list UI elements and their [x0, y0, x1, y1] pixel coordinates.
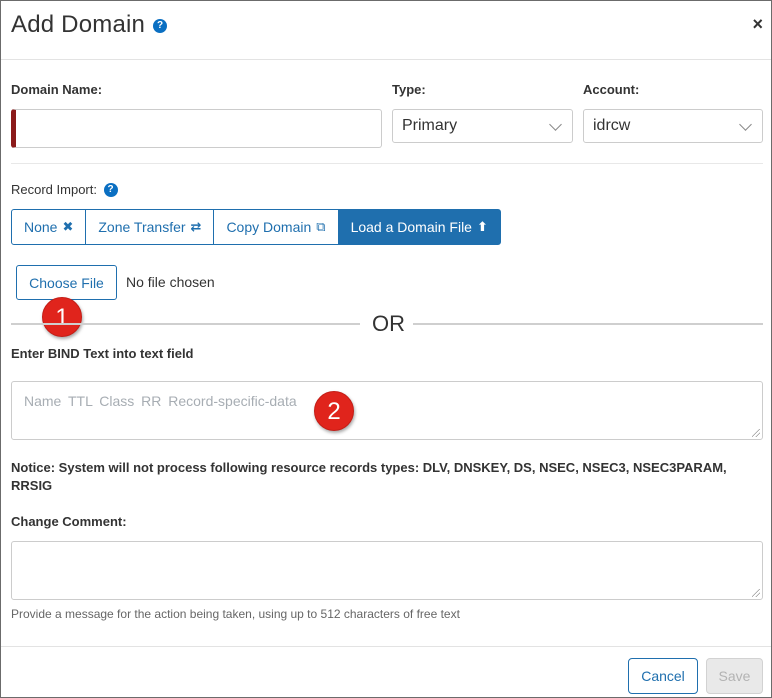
- or-divider-right: [413, 323, 763, 325]
- save-button[interactable]: Save: [706, 658, 763, 694]
- bind-text-textarea[interactable]: Name TTL Class RR Record-specific-data: [11, 381, 763, 440]
- bind-text-label: Enter BIND Text into text field: [11, 346, 194, 361]
- import-load-file-button[interactable]: Load a Domain File ⬆: [337, 209, 501, 245]
- import-none-button[interactable]: None ✖: [11, 209, 87, 245]
- annotation-badge-1: 1: [42, 297, 82, 337]
- file-status-text: No file chosen: [126, 274, 215, 290]
- account-select[interactable]: idrcw: [583, 109, 763, 143]
- account-select-value: idrcw: [593, 117, 631, 134]
- dialog-header: Add Domain ? ×: [1, 1, 771, 60]
- close-icon[interactable]: ×: [752, 15, 763, 33]
- or-separator: OR: [372, 311, 405, 336]
- upload-icon: ⬆: [476, 219, 488, 234]
- exchange-icon: ⇄: [190, 219, 202, 234]
- footer-divider: [1, 646, 771, 647]
- dialog-title: Add Domain: [11, 11, 146, 38]
- import-zone-transfer-label: Zone Transfer: [98, 219, 186, 235]
- import-load-file-label: Load a Domain File: [350, 219, 472, 235]
- chevron-down-icon: [549, 118, 562, 131]
- account-label: Account:: [583, 82, 640, 97]
- type-select[interactable]: Primary: [392, 109, 573, 143]
- change-comment-textarea[interactable]: [11, 541, 763, 600]
- bind-text-placeholder: Name TTL Class RR Record-specific-data: [24, 393, 297, 409]
- annotation-badge-2: 2: [314, 391, 354, 431]
- notice-text: Notice: System will not process followin…: [11, 460, 727, 493]
- domain-name-label: Domain Name:: [11, 82, 103, 97]
- question-circle-icon[interactable]: ?: [153, 19, 167, 33]
- section-divider: [11, 163, 763, 164]
- import-none-label: None: [24, 219, 58, 235]
- type-select-value: Primary: [402, 117, 458, 134]
- import-copy-domain-label: Copy Domain: [226, 219, 312, 235]
- domain-name-input[interactable]: [11, 109, 382, 148]
- record-import-label-text: Record Import:: [11, 182, 97, 197]
- or-divider-left: [11, 323, 360, 325]
- times-icon: ✖: [62, 219, 74, 234]
- resize-grip-icon[interactable]: [752, 429, 760, 437]
- question-circle-icon[interactable]: ?: [103, 182, 118, 197]
- copy-icon: ⧉: [316, 219, 326, 234]
- import-copy-domain-button[interactable]: Copy Domain ⧉: [213, 209, 339, 245]
- record-import-options: None ✖ Zone Transfer ⇄ Copy Domain ⧉ Loa…: [11, 209, 501, 245]
- record-import-label: Record Import: ?: [11, 182, 118, 197]
- chevron-down-icon: [739, 118, 752, 131]
- resize-grip-icon[interactable]: [752, 589, 760, 597]
- change-comment-hint: Provide a message for the action being t…: [11, 607, 460, 621]
- import-zone-transfer-button[interactable]: Zone Transfer ⇄: [85, 209, 215, 245]
- choose-file-button[interactable]: Choose File: [16, 265, 117, 300]
- add-domain-dialog: Add Domain ? × Domain Name: Type: Primar…: [0, 0, 772, 698]
- change-comment-label: Change Comment:: [11, 514, 127, 529]
- type-label: Type:: [392, 82, 426, 97]
- cancel-button[interactable]: Cancel: [628, 658, 698, 694]
